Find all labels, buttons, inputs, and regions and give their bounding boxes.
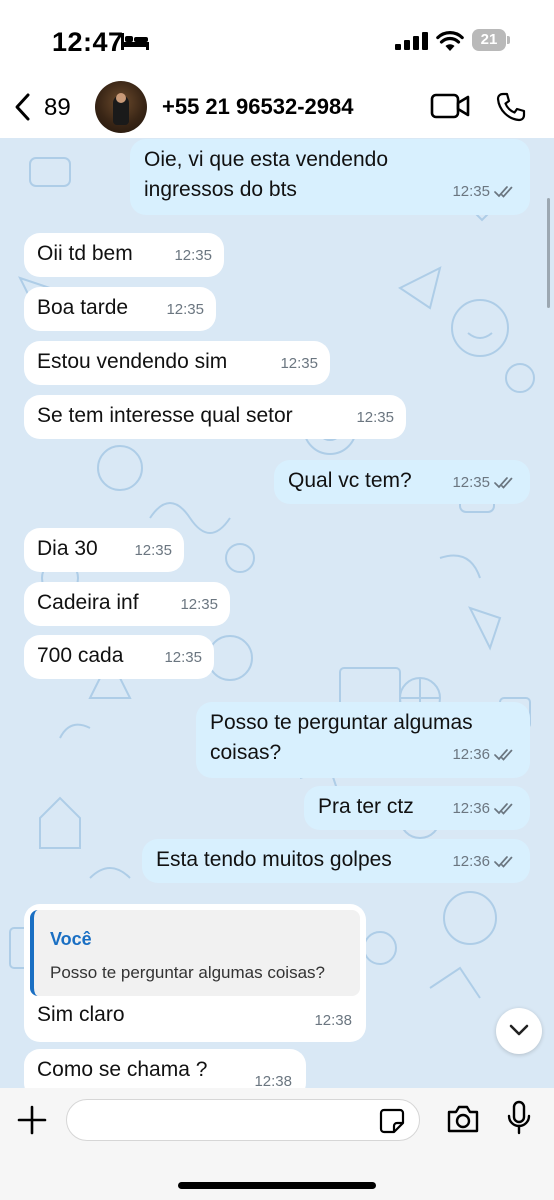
- message-time: 12:36: [452, 853, 490, 870]
- battery-icon: 21: [472, 29, 510, 51]
- message-outgoing[interactable]: Oie, vi que esta vendendo ingressos do b…: [130, 139, 530, 215]
- home-indicator: [178, 1182, 376, 1189]
- sticker-icon[interactable]: [379, 1108, 405, 1134]
- bed-icon: [121, 33, 149, 50]
- message-time: 12:35: [166, 301, 204, 318]
- message-incoming[interactable]: Boa tarde 12:35: [24, 287, 216, 331]
- composer-bar: [0, 1088, 554, 1200]
- unread-count[interactable]: 89: [44, 94, 71, 122]
- signal-icon: [395, 32, 428, 50]
- message-incoming[interactable]: 700 cada 12:35: [24, 635, 214, 679]
- message-outgoing[interactable]: Posso te perguntar algumas coisas? 12:36: [196, 702, 530, 778]
- message-meta: 12:35: [452, 468, 516, 498]
- chat-header: 89 +55 21 96532-2984: [0, 80, 554, 138]
- read-receipt-icon: [494, 856, 513, 868]
- message-text: Oii td bem: [37, 242, 133, 265]
- message-incoming[interactable]: Estou vendendo sim 12:35: [24, 341, 330, 385]
- message-text: Se tem interesse qual setor: [37, 404, 293, 427]
- message-time: 12:35: [174, 247, 212, 264]
- read-receipt-icon: [494, 477, 513, 489]
- message-text: ingressos do bts: [144, 178, 297, 201]
- message-outgoing[interactable]: Esta tendo muitos golpes 12:36: [142, 839, 530, 883]
- microphone-icon[interactable]: [506, 1100, 532, 1136]
- message-incoming[interactable]: Como se chama ? 12:38: [24, 1049, 306, 1088]
- message-meta: 12:36: [452, 794, 516, 824]
- message-outgoing[interactable]: Pra ter ctz 12:36: [304, 786, 530, 830]
- chat-area[interactable]: Oie, vi que esta vendendo ingressos do b…: [0, 138, 554, 1088]
- message-text: Pra ter ctz: [318, 795, 414, 818]
- message-incoming[interactable]: Oii td bem 12:35: [24, 233, 224, 277]
- wifi-icon: [436, 31, 464, 51]
- message-text: Boa tarde: [37, 296, 129, 319]
- message-text: Oie, vi que esta vendendo: [144, 148, 389, 171]
- message-text: Estou vendendo sim: [37, 350, 228, 373]
- message-incoming[interactable]: Se tem interesse qual setor 12:35: [24, 395, 406, 439]
- message-meta: 12:35: [452, 177, 516, 207]
- quote-author: Você: [50, 929, 92, 949]
- read-receipt-icon: [494, 803, 513, 815]
- avatar[interactable]: [95, 81, 147, 133]
- message-incoming-reply[interactable]: Você Posso te perguntar algumas coisas? …: [24, 904, 366, 1042]
- message-time: 12:36: [452, 800, 490, 817]
- message-text: 700 cada: [37, 644, 124, 667]
- message-text: Sim claro: [37, 1003, 125, 1026]
- message-time: 12:35: [452, 183, 490, 200]
- video-call-icon[interactable]: [430, 92, 470, 120]
- contact-name[interactable]: +55 21 96532-2984: [162, 94, 353, 120]
- message-text: Posso te perguntar algumas: [210, 711, 473, 734]
- status-bar: 12:47 21: [0, 0, 554, 80]
- message-text: Esta tendo muitos golpes: [156, 848, 392, 871]
- message-text: Como se chama ?: [37, 1058, 208, 1081]
- read-receipt-icon: [494, 186, 513, 198]
- message-time: 12:35: [180, 596, 218, 613]
- message-input[interactable]: [66, 1099, 420, 1141]
- message-meta: 12:36: [452, 740, 516, 770]
- back-chevron-icon[interactable]: [12, 92, 32, 122]
- quoted-message[interactable]: Você Posso te perguntar algumas coisas?: [30, 910, 360, 996]
- message-text: Dia 30: [37, 537, 98, 560]
- message-text: Cadeira inf: [37, 591, 139, 614]
- scroll-to-bottom-button[interactable]: [496, 1008, 542, 1054]
- message-incoming[interactable]: Dia 30 12:35: [24, 528, 184, 572]
- message-incoming[interactable]: Cadeira inf 12:35: [24, 582, 230, 626]
- message-text: coisas?: [210, 741, 282, 764]
- chevron-down-icon: [509, 1024, 529, 1036]
- phone-call-icon[interactable]: [496, 92, 526, 122]
- message-text: Qual vc tem?: [288, 469, 412, 492]
- status-time: 12:47: [52, 27, 124, 57]
- quote-text: Posso te perguntar algumas coisas?: [50, 963, 325, 982]
- message-time: 12:38: [314, 1012, 352, 1029]
- scrollbar[interactable]: [547, 198, 550, 308]
- message-meta: 12:36: [452, 847, 516, 877]
- battery-level: 21: [480, 31, 498, 48]
- message-time: 12:35: [452, 474, 490, 491]
- message-time: 12:35: [280, 355, 318, 372]
- read-receipt-icon: [494, 749, 513, 761]
- camera-icon[interactable]: [446, 1104, 480, 1134]
- plus-icon[interactable]: [16, 1104, 48, 1136]
- message-time: 12:35: [134, 542, 172, 559]
- message-time: 12:35: [164, 649, 202, 666]
- message-outgoing[interactable]: Qual vc tem? 12:35: [274, 460, 530, 504]
- message-time: 12:38: [254, 1073, 292, 1088]
- message-time: 12:36: [452, 746, 490, 763]
- message-time: 12:35: [356, 409, 394, 426]
